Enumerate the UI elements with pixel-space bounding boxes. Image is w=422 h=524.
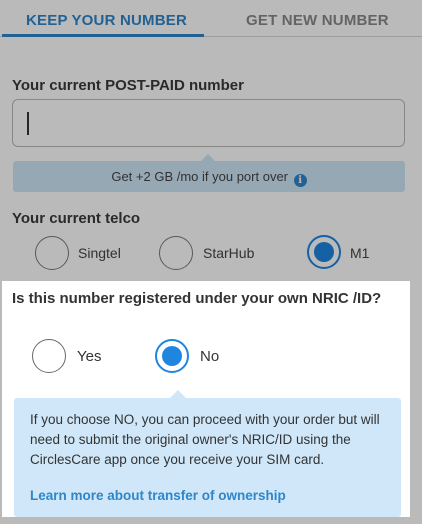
ownership-note-text: If you choose NO, you can proceed with y…: [30, 412, 380, 467]
radio-selected-dot: [162, 346, 182, 366]
text-cursor: [27, 112, 29, 135]
promo-pointer: [201, 154, 215, 161]
promo-banner: Get +2 GB /mo if you port over i: [13, 161, 405, 192]
transfer-ownership-link[interactable]: Learn more about transfer of ownership: [30, 488, 286, 503]
ownership-question: Is this number registered under your own…: [12, 290, 382, 307]
number-input[interactable]: [12, 99, 405, 147]
radio-label-starhub: StarHub: [203, 245, 255, 261]
active-tab-indicator: [2, 34, 204, 37]
radio-no[interactable]: [155, 339, 189, 373]
page: KEEP YOUR NUMBER GET NEW NUMBER Your cur…: [0, 0, 422, 524]
radio-label-m1: M1: [350, 245, 370, 261]
tab-bar: KEEP YOUR NUMBER GET NEW NUMBER: [0, 0, 422, 38]
radio-m1[interactable]: [307, 235, 341, 269]
note-pointer: [170, 390, 186, 398]
tab-get-new-number[interactable]: GET NEW NUMBER: [246, 12, 389, 29]
tab-keep-your-number[interactable]: KEEP YOUR NUMBER: [26, 12, 187, 29]
radio-selected-dot: [314, 242, 334, 262]
radio-starhub[interactable]: [159, 236, 193, 270]
number-label: Your current POST-PAID number: [12, 77, 244, 94]
radio-yes[interactable]: [32, 339, 66, 373]
telco-label: Your current telco: [12, 210, 141, 227]
ownership-note: If you choose NO, you can proceed with y…: [14, 398, 401, 517]
radio-label-singtel: Singtel: [78, 245, 121, 261]
ownership-panel: Is this number registered under your own…: [2, 281, 410, 517]
radio-label-yes: Yes: [77, 348, 102, 365]
radio-label-no: No: [200, 348, 220, 365]
info-icon[interactable]: i: [293, 174, 307, 187]
radio-singtel[interactable]: [35, 236, 69, 270]
promo-text: Get +2 GB /mo if you port over: [111, 169, 289, 184]
